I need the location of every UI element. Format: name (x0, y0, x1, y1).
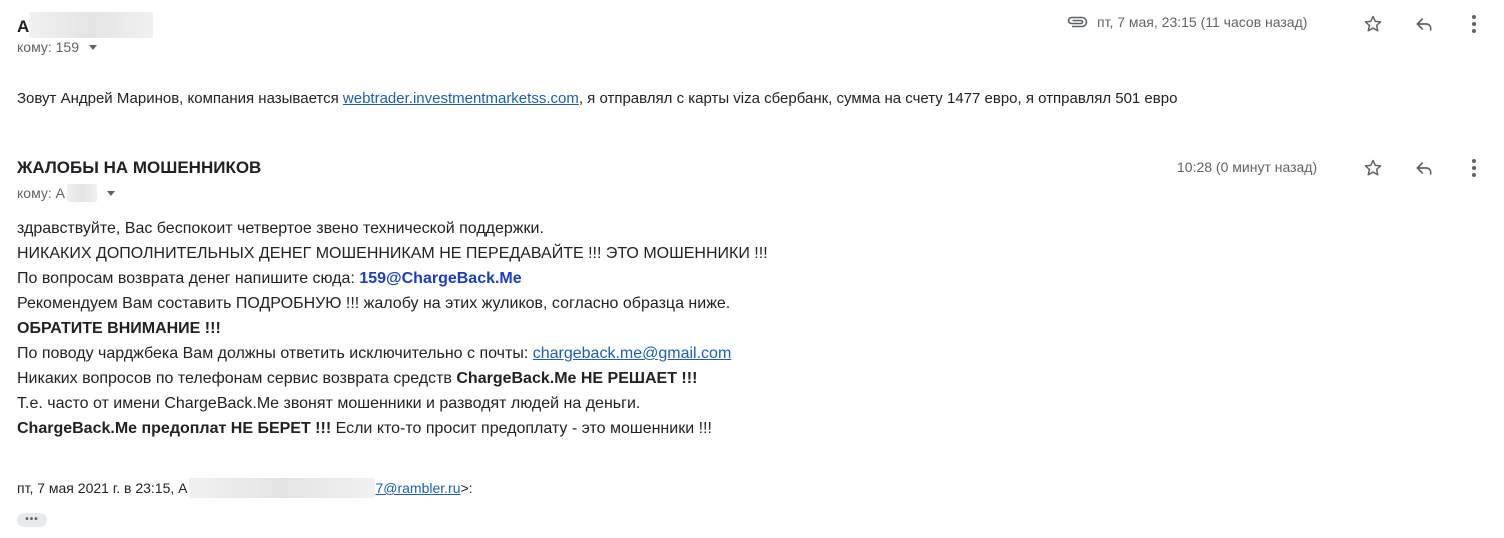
recipient-prefix: кому: (17, 185, 52, 201)
body-line: здравствуйте, Вас беспокоит четвертое зв… (17, 220, 544, 237)
star-button[interactable] (1361, 12, 1385, 36)
recipient-line[interactable]: кому: 159 (17, 39, 97, 55)
chevron-down-icon[interactable] (106, 190, 115, 196)
sender-initial: А (17, 17, 30, 36)
phone-bold-text: ChargeBack.Me НЕ РЕШАЕТ !!! (456, 370, 698, 387)
ellipsis-icon: ••• (25, 514, 39, 525)
message-date: пт, 7 мая, 23:15 (11 часов назад) (1066, 14, 1307, 30)
warning-line: НИКАКИХ ДОПОЛНИТЕЛЬНЫХ ДЕНЕГ МОШЕННИКАМ … (17, 245, 768, 262)
message-body: здравствуйте, Вас беспокоит четвертое зв… (17, 216, 768, 441)
quote-prefix: пт, 7 мая 2021 г. в 23:15, А (17, 480, 188, 496)
redacted-recipient-name (66, 184, 97, 202)
sender-name: А (17, 12, 154, 38)
show-trimmed-content-button[interactable]: ••• (17, 513, 47, 527)
body-text: Зовут Андрей Маринов, компания называетс… (17, 90, 343, 107)
chargeback-text: По поводу чарджбека Вам должны ответить … (17, 345, 533, 362)
quoted-email-link[interactable]: 7@rambler.ru (375, 480, 460, 496)
date-text: пт, 7 мая, 23:15 (11 часов назад) (1097, 14, 1308, 30)
phone-line: Никаких вопросов по телефонам сервис воз… (17, 366, 768, 391)
star-icon (1364, 15, 1382, 32)
chargeback-email-link[interactable]: chargeback.me@gmail.com (533, 345, 732, 362)
recipient-prefix: кому: (17, 39, 52, 55)
contact-email: 159@ChargeBack.Me (359, 270, 522, 287)
body-line: Т.е. часто от имени ChargeBack.Me звонят… (17, 395, 641, 412)
star-icon (1364, 159, 1382, 176)
body-text-continued: , я отправлял с карты viza сбербанк, сум… (578, 90, 1178, 107)
more-vert-icon (1472, 15, 1476, 33)
redacted-email (189, 478, 376, 498)
recipient-value: 159 (55, 39, 79, 55)
more-options-button[interactable] (1462, 156, 1486, 180)
attention-line: ОБРАТИТЕ ВНИМАНИЕ !!! (17, 320, 221, 337)
prepay-line: ChargeBack.Me предоплат НЕ БЕРЕТ !!! Есл… (17, 416, 768, 441)
message-date: 10:28 (0 минут назад) (1177, 159, 1317, 175)
recipient-line[interactable]: кому: А (17, 184, 115, 202)
attachment-icon (1066, 15, 1088, 29)
chargeback-line: По поводу чарджбека Вам должны ответить … (17, 341, 768, 366)
recipient-value: А (55, 185, 65, 201)
redacted-sender-name (29, 12, 154, 38)
prepay-bold-text: ChargeBack.Me предоплат НЕ БЕРЕТ !!! (17, 420, 332, 437)
phone-text: Никаких вопросов по телефонам сервис воз… (17, 370, 457, 387)
quote-header: пт, 7 мая 2021 г. в 23:15, А 7@rambler.ru… (17, 478, 473, 498)
website-link[interactable]: webtrader.investmentmarketss.com (343, 90, 579, 107)
message-body: Зовут Андрей Маринов, компания называетс… (17, 86, 1177, 111)
reply-icon (1416, 18, 1432, 31)
date-text: 10:28 (0 минут назад) (1177, 159, 1318, 175)
reply-button[interactable] (1412, 12, 1436, 36)
prepay-text: Если кто-то просит предоплату - это моше… (331, 420, 712, 437)
reply-button[interactable] (1412, 156, 1436, 180)
chevron-down-icon[interactable] (89, 44, 97, 50)
body-line: Рекомендуем Вам составить ПОДРОБНУЮ !!! … (17, 295, 731, 312)
contact-line: По вопросам возврата денег напишите сюда… (17, 266, 768, 291)
more-options-button[interactable] (1462, 12, 1486, 36)
sender-name: ЖАЛОБЫ НА МОШЕННИКОВ (17, 158, 262, 177)
star-button[interactable] (1361, 156, 1385, 180)
reply-icon (1416, 162, 1432, 175)
more-vert-icon (1472, 159, 1476, 177)
quote-suffix: >: (460, 480, 473, 496)
contact-text: По вопросам возврата денег напишите сюда… (17, 270, 360, 287)
